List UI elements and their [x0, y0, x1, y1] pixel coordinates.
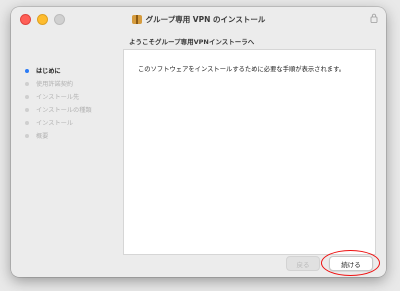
- highlight-circle: [321, 250, 380, 276]
- step-bullet-icon: [25, 94, 29, 99]
- step-label: インストール先: [36, 94, 80, 101]
- window-title: グループ専用 VPN のインストール: [145, 14, 266, 24]
- minimize-button[interactable]: [37, 14, 48, 25]
- step-label: インストールの種類: [36, 107, 92, 114]
- installer-window: グループ専用 VPN のインストール ようこそグループ専用VPNインストーラへ …: [11, 7, 386, 277]
- page-subtitle: ようこそグループ専用VPNインストーラへ: [129, 38, 255, 46]
- step-label: はじめに: [36, 68, 61, 75]
- zoom-button[interactable]: [54, 14, 65, 25]
- step-bullet-icon: [25, 68, 29, 73]
- step-bullet-icon: [25, 120, 29, 125]
- intro-text: このソフトウェアをインストールするために必要な手順が表示されます。: [138, 66, 346, 73]
- package-icon: [131, 14, 142, 24]
- back-button[interactable]: 戻る: [286, 256, 320, 271]
- title-bar: グループ専用 VPN のインストール: [11, 7, 386, 31]
- step-license: 使用許諾契約: [25, 77, 125, 90]
- step-label: インストール: [36, 120, 74, 127]
- close-button[interactable]: [20, 14, 31, 25]
- lock-icon: [370, 13, 378, 23]
- step-destination: インストール先: [25, 90, 125, 103]
- step-bullet-icon: [25, 81, 29, 86]
- step-label: 使用許諾契約: [36, 81, 74, 88]
- step-label: 概要: [36, 133, 49, 140]
- step-introduction: はじめに: [25, 64, 125, 77]
- steps-sidebar: はじめに 使用許諾契約 インストール先 インストールの種類 インストール 概要: [25, 64, 125, 142]
- title-group: グループ専用 VPN のインストール: [131, 14, 266, 25]
- step-install-type: インストールの種類: [25, 103, 125, 116]
- step-bullet-icon: [25, 133, 29, 138]
- step-summary: 概要: [25, 129, 125, 142]
- step-installation: インストール: [25, 116, 125, 129]
- step-bullet-icon: [25, 107, 29, 112]
- content-pane: このソフトウェアをインストールするために必要な手順が表示されます。: [123, 49, 376, 255]
- window-controls: [20, 14, 65, 25]
